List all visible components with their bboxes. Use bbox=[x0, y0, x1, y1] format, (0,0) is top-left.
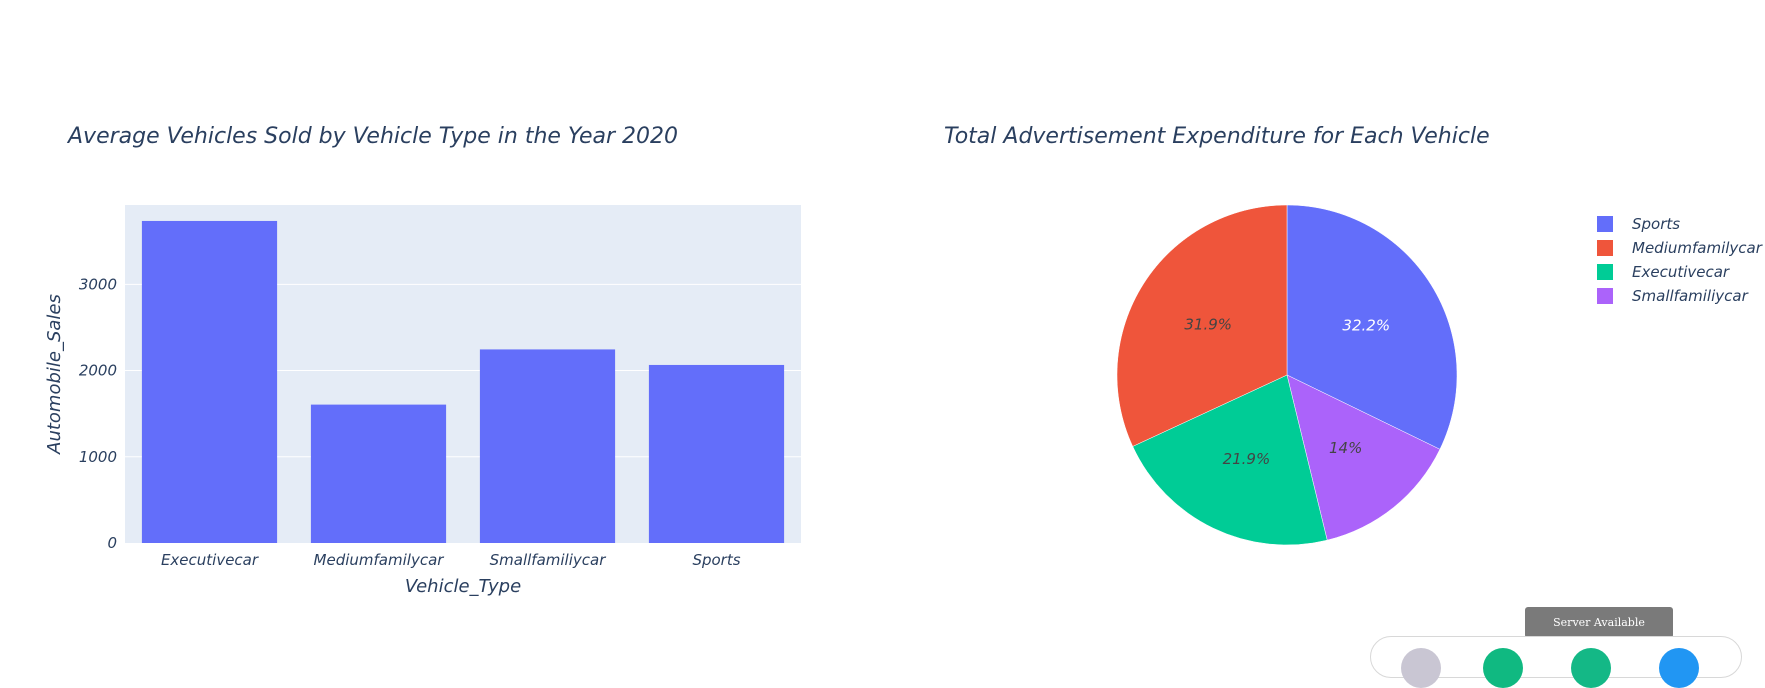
pie-percent-label: 14% bbox=[1329, 439, 1362, 457]
y-tick-label: 1000 bbox=[79, 448, 117, 466]
x-tick-label: Sports bbox=[692, 551, 740, 569]
pie-chart-title: Total Advertisement Expenditure for Each… bbox=[944, 124, 1490, 149]
pie-percent-label: 31.9% bbox=[1184, 316, 1232, 334]
legend-swatch[interactable] bbox=[1597, 264, 1613, 280]
legend-label[interactable]: Executivecar bbox=[1632, 263, 1730, 281]
dock-app-icon[interactable] bbox=[1401, 648, 1441, 688]
x-tick-label: Mediumfamilycar bbox=[314, 551, 445, 569]
legend-label[interactable]: Smallfamiliycar bbox=[1632, 287, 1749, 305]
pie-percent-label: 21.9% bbox=[1223, 450, 1271, 468]
pie-slices bbox=[1116, 204, 1458, 546]
y-tick-label: 3000 bbox=[79, 275, 117, 293]
legend-swatch[interactable] bbox=[1597, 240, 1613, 256]
bar[interactable] bbox=[648, 364, 785, 543]
bar-x-axis-title: Vehicle_Type bbox=[405, 576, 521, 597]
bar-chart-title: Average Vehicles Sold by Vehicle Type in… bbox=[66, 124, 678, 149]
dock-app-icon[interactable] bbox=[1483, 648, 1523, 688]
server-status-badge: Server Available bbox=[1525, 607, 1673, 638]
legend-label[interactable]: Mediumfamilycar bbox=[1632, 239, 1763, 257]
bar[interactable] bbox=[310, 404, 447, 543]
pie-percent-label: 32.2% bbox=[1342, 316, 1390, 334]
x-tick-label: Executivecar bbox=[161, 551, 259, 569]
pie-legend[interactable]: Sports Mediumfamilycar Executivecar Smallfa… bbox=[1597, 215, 1763, 305]
dock-app-icon[interactable] bbox=[1659, 648, 1699, 688]
bar-y-axis-title: Automobile_Sales bbox=[44, 294, 65, 455]
y-tick-label: 0 bbox=[107, 534, 117, 552]
legend-swatch[interactable] bbox=[1597, 216, 1613, 232]
bottom-dock[interactable] bbox=[1370, 636, 1742, 688]
charts-canvas: Average Vehicles Sold by Vehicle Type in… bbox=[44, 124, 1763, 597]
bar[interactable] bbox=[479, 349, 616, 543]
x-tick-label: Smallfamiliycar bbox=[490, 551, 607, 569]
dock-app-icon[interactable] bbox=[1571, 648, 1611, 688]
legend-label[interactable]: Sports bbox=[1632, 215, 1680, 233]
legend-swatch[interactable] bbox=[1597, 288, 1613, 304]
bar-y-ticks: 0 1000 2000 3000 bbox=[79, 275, 117, 552]
y-tick-label: 2000 bbox=[79, 362, 117, 380]
bar-x-ticks: Executivecar Mediumfamilycar Smallfamiliyc… bbox=[161, 551, 741, 569]
bar[interactable] bbox=[141, 220, 278, 543]
